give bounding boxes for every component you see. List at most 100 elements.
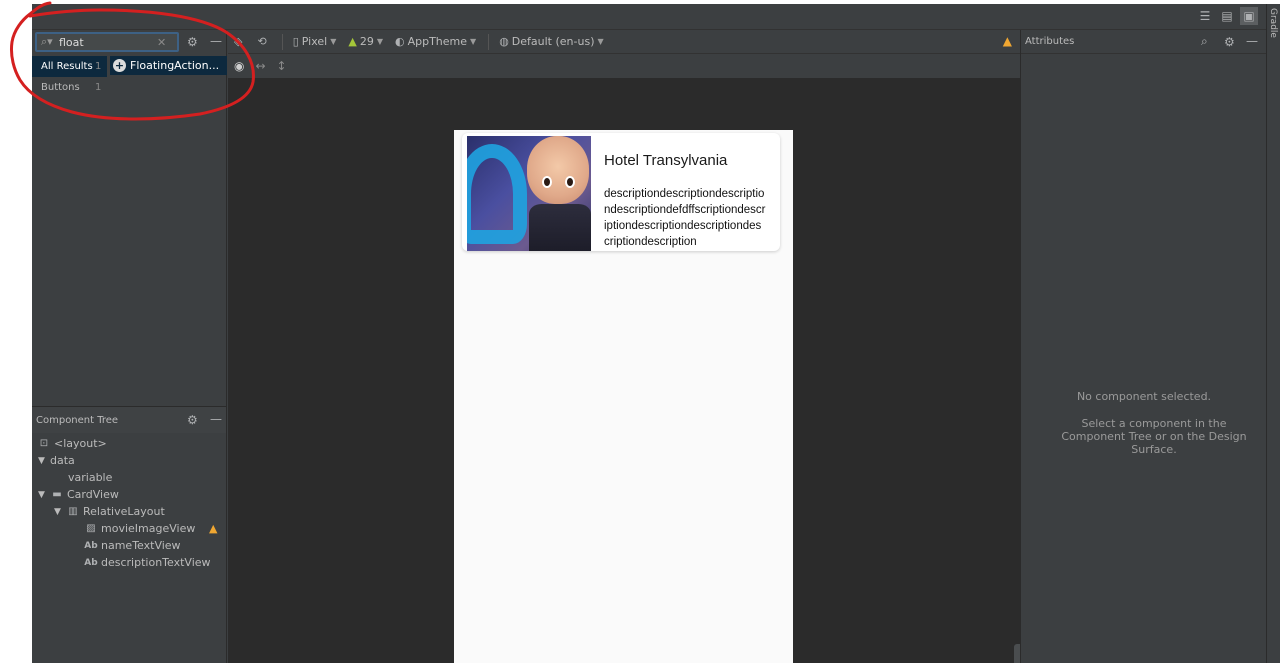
component-tree-panel: Component Tree ⚙ — ⊡ <layout> ▼ data var…: [32, 406, 227, 663]
no-component-hint: Select a component in the Component Tree…: [1061, 417, 1247, 456]
poster-eye-shape: [565, 176, 575, 188]
relativelayout-icon: ▥: [68, 506, 78, 517]
vertical-resize-icon[interactable]: ↕: [277, 59, 287, 73]
layers-icon: ◈: [234, 35, 243, 48]
view-mode-toggles: ☰ ▤ ▣: [1196, 7, 1258, 25]
tree-node-descriptiontextview[interactable]: Ab descriptionTextView: [84, 554, 211, 571]
tree-node-movieimageview[interactable]: ▨ movieImageView: [84, 520, 195, 537]
chevron-down-icon: ▼: [376, 37, 383, 46]
movie-card[interactable]: Hotel Transylvania descriptiondescriptio…: [462, 133, 780, 251]
category-all-results[interactable]: All Results 1: [32, 56, 107, 77]
top-strip: ☰ ▤ ▣: [32, 4, 1280, 30]
locale-selector[interactable]: ◍ Default (en-us) ▼: [499, 35, 603, 48]
poster-face-shape: [527, 136, 589, 204]
palette-search-input[interactable]: [59, 35, 155, 49]
theme-icon: ◐: [394, 35, 405, 48]
clear-search-icon[interactable]: ✕: [157, 36, 166, 49]
android-studio-window: ☰ ▤ ▣ Gradle ⌕▾ ✕ ⚙ — All Results 1 Butt…: [32, 4, 1280, 663]
component-tree-header: Component Tree ⚙ —: [32, 407, 226, 433]
attributes-panel: Attributes ⌕ ⚙ — No component selected. …: [1020, 30, 1266, 663]
no-component-message: No component selected.: [1076, 390, 1212, 403]
component-tree-title: Component Tree: [36, 414, 119, 426]
attributes-header: Attributes ⌕ ⚙ —: [1021, 30, 1266, 54]
chevron-down-icon: ▼: [330, 37, 337, 46]
search-icon: ⌕▾: [41, 35, 53, 48]
warning-icon[interactable]: ▲: [209, 520, 217, 537]
rotate-icon: ⟲: [257, 35, 267, 48]
device-preview[interactable]: Hotel Transylvania descriptiondescriptio…: [454, 130, 793, 663]
minimize-icon[interactable]: —: [210, 34, 222, 48]
toolbar-divider: [281, 33, 283, 50]
imageview-icon: ▨: [86, 523, 96, 534]
tree-node-label: nameTextView: [101, 539, 181, 552]
tree-node-data[interactable]: ▼ data: [38, 452, 75, 469]
layout-icon: ⊡: [39, 438, 49, 449]
code-view-icon[interactable]: ☰: [1196, 7, 1214, 25]
design-canvas[interactable]: Hotel Transylvania descriptiondescriptio…: [228, 78, 1038, 663]
palette-search-box[interactable]: ⌕▾ ✕: [35, 32, 179, 52]
movie-description-text[interactable]: descriptiondescriptiondescriptiondescrip…: [604, 186, 766, 250]
movie-name-text[interactable]: Hotel Transylvania: [604, 152, 727, 169]
gradle-tab-label: Gradle: [1268, 8, 1278, 38]
expand-arrow-icon[interactable]: ▼: [54, 507, 66, 517]
attributes-title: Attributes: [1025, 36, 1075, 47]
category-label: All Results: [41, 61, 93, 72]
palette-categories: All Results 1 Buttons 1: [32, 56, 107, 98]
eye-icon[interactable]: ◉: [234, 59, 244, 73]
android-icon: ▲: [348, 35, 357, 48]
horizontal-resize-icon[interactable]: ↔: [255, 59, 265, 73]
gear-icon[interactable]: ⚙: [1224, 35, 1235, 49]
palette-results: + FloatingAction...: [110, 56, 227, 75]
chevron-down-icon: ▼: [470, 37, 477, 46]
design-toolbar: ◈ ⟲ ▯ Pixel ▼ ▲ 29 ▼ ◐ AppTheme ▼ ◍ Defa…: [228, 30, 1020, 54]
expand-arrow-icon[interactable]: ▼: [38, 456, 50, 466]
warning-icon[interactable]: ▲: [1003, 34, 1012, 48]
palette-panel: ⌕▾ ✕ ⚙ — All Results 1 Buttons 1 + Float…: [32, 30, 227, 406]
poster-body-shape: [529, 204, 591, 251]
gear-icon[interactable]: ⚙: [187, 413, 198, 427]
design-view-icon[interactable]: ▣: [1240, 7, 1258, 25]
poster-eye-shape: [542, 176, 552, 188]
category-count: 1: [95, 82, 102, 93]
minimize-icon[interactable]: —: [210, 412, 222, 426]
locale-label: Default (en-us): [511, 35, 595, 48]
tree-node-label: CardView: [67, 488, 119, 501]
device-selector[interactable]: ▯ Pixel ▼: [293, 35, 337, 48]
theme-label: AppTheme: [407, 35, 468, 48]
theme-selector[interactable]: ◐ AppTheme ▼: [395, 35, 476, 48]
tree-node-layout[interactable]: ⊡ <layout>: [37, 435, 107, 452]
tree-node-variable[interactable]: variable: [68, 469, 112, 486]
palette-search-row: ⌕▾ ✕ ⚙ —: [32, 30, 227, 54]
split-view-icon[interactable]: ▤: [1218, 7, 1236, 25]
globe-icon: ◍: [499, 35, 509, 48]
tree-node-label: movieImageView: [101, 522, 196, 535]
orientation-button[interactable]: ⟲: [257, 35, 269, 48]
poster-number-shape: [467, 144, 527, 244]
result-label: FloatingAction...: [130, 59, 220, 72]
api-level-label: 29: [359, 35, 374, 48]
expand-arrow-icon[interactable]: ▼: [38, 490, 50, 500]
tree-node-label: RelativeLayout: [83, 505, 165, 518]
textview-icon: Ab: [84, 540, 98, 551]
search-icon[interactable]: ⌕: [1201, 34, 1208, 49]
palette-result-item[interactable]: + FloatingAction...: [110, 56, 227, 75]
movie-image[interactable]: [467, 136, 591, 251]
tree-node-label: <layout>: [54, 437, 107, 450]
tree-node-cardview[interactable]: ▼ ▬ CardView: [38, 486, 119, 503]
gear-icon[interactable]: ⚙: [187, 35, 198, 49]
category-label: Buttons: [41, 82, 80, 93]
tree-node-nametextview[interactable]: Ab nameTextView: [84, 537, 181, 554]
category-count: 1: [95, 61, 102, 72]
category-buttons[interactable]: Buttons 1: [32, 77, 107, 98]
gradle-side-tab[interactable]: Gradle: [1266, 4, 1280, 663]
design-toolbar-secondary: ◉ ↔ ↕: [228, 54, 1020, 78]
minimize-icon[interactable]: —: [1246, 34, 1258, 48]
tree-node-relativelayout[interactable]: ▼ ▥ RelativeLayout: [54, 503, 165, 520]
layers-button[interactable]: ◈: [234, 35, 245, 48]
tree-node-label: descriptionTextView: [101, 556, 211, 569]
api-level-selector[interactable]: ▲ 29 ▼: [348, 35, 383, 48]
tree-node-label: variable: [68, 471, 113, 484]
chevron-down-icon: ▼: [597, 37, 604, 46]
toolbar-divider: [488, 33, 490, 50]
floating-action-button-icon: +: [113, 59, 126, 72]
